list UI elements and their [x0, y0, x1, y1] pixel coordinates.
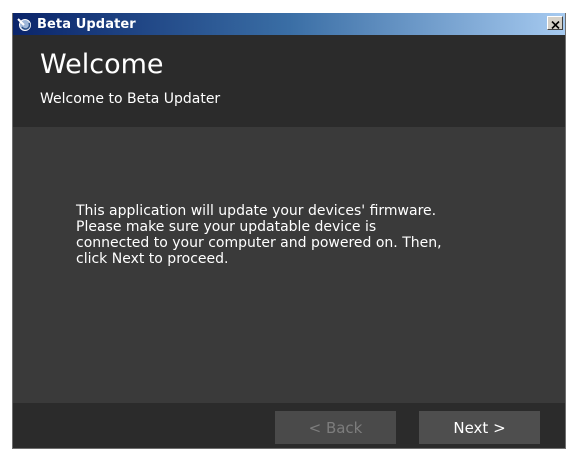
instruction-text: This application will update your device… [76, 203, 442, 267]
wizard-content: This application will update your device… [13, 127, 565, 403]
installer-window: Beta Updater Welcome Welcome to Beta Upd… [12, 13, 566, 449]
close-button[interactable] [547, 16, 563, 30]
page-title: Welcome [40, 49, 164, 80]
updater-app-icon [16, 16, 32, 32]
back-button[interactable]: < Back [275, 411, 396, 444]
title-bar[interactable]: Beta Updater [13, 13, 565, 35]
page-subtitle: Welcome to Beta Updater [40, 91, 221, 107]
next-button[interactable]: Next > [419, 411, 540, 444]
window-title: Beta Updater [37, 16, 136, 32]
wizard-footer: < Back Next > [13, 403, 565, 448]
close-icon [550, 14, 560, 33]
wizard-header: Welcome Welcome to Beta Updater [13, 35, 565, 127]
